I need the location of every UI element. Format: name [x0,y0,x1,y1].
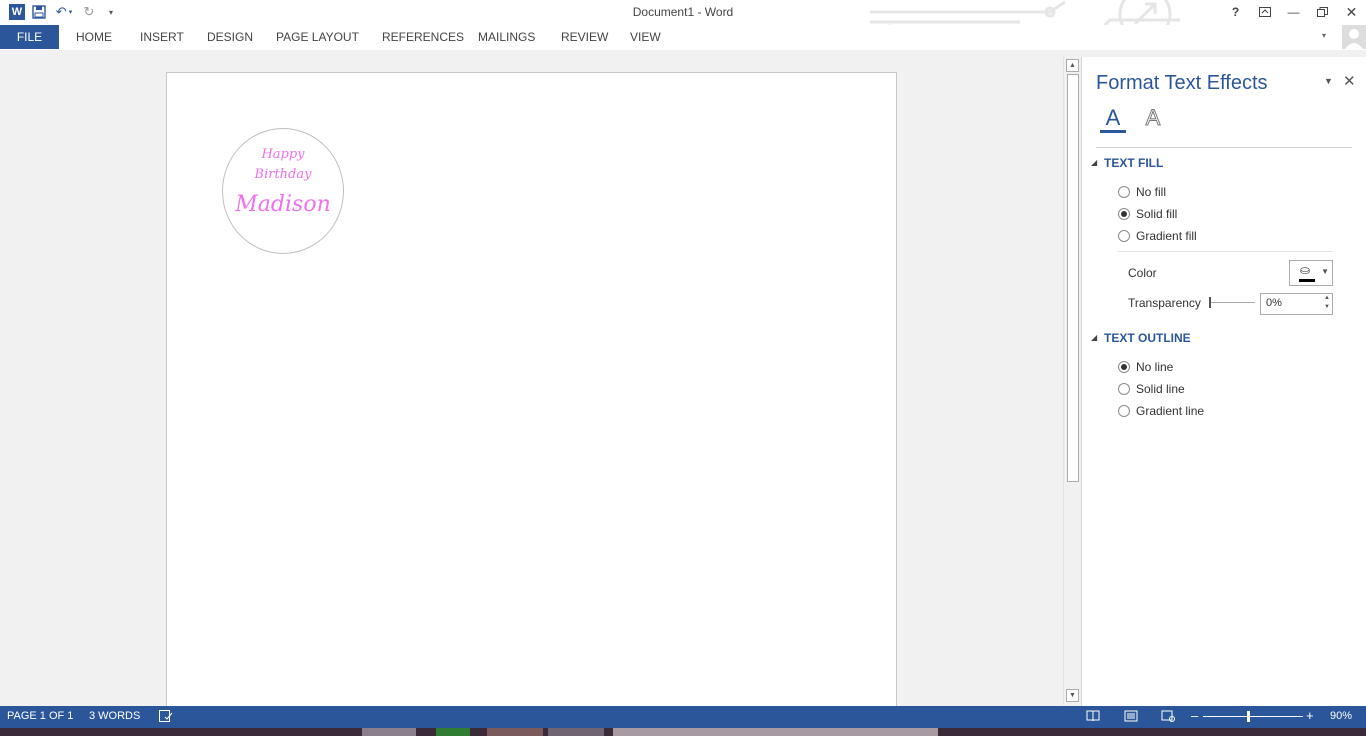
text-fill-heading[interactable]: TEXT FILL [1104,156,1163,170]
tab-page-layout[interactable]: PAGE LAYOUT [276,25,359,49]
window-controls: ? — ✕ [1221,0,1366,24]
vertical-scrollbar[interactable]: ▲ ▼ [1063,57,1081,705]
color-swatch [1299,279,1315,282]
proofing-icon[interactable] [159,710,173,725]
pane-title: Format Text Effects [1096,72,1268,94]
tab-mailings[interactable]: MAILINGS [478,25,535,49]
tab-review[interactable]: REVIEW [561,25,608,49]
zoom-level[interactable]: 90% [1330,710,1352,722]
document-page[interactable]: Happy Birthday Madison [166,72,897,712]
sticker-line-3[interactable]: Madison [223,192,343,217]
word-count[interactable]: 3 WORDS [89,710,140,722]
transparency-value[interactable]: 0% [1266,297,1282,309]
minimize-icon[interactable]: — [1279,0,1308,24]
account-caret-icon[interactable]: ▾ [1322,31,1326,40]
no-fill-radio[interactable] [1118,186,1130,198]
sticker-line-2[interactable]: Birthday [223,167,343,182]
zoom-out-icon[interactable]: – [1191,708,1198,723]
solid-line-option[interactable]: Solid line [1118,382,1185,396]
no-line-label: No line [1136,360,1174,374]
tab-file[interactable]: FILE [0,25,59,49]
zoom-slider[interactable] [1203,716,1303,717]
scroll-up-icon[interactable]: ▲ [1066,59,1079,72]
gradient-fill-option[interactable]: Gradient fill [1118,229,1197,243]
color-label: Color [1128,266,1157,280]
scroll-thumb[interactable] [1067,74,1079,482]
fill-divider [1118,251,1332,252]
taskbar [0,728,1366,736]
text-outline-icon[interactable]: A [1140,105,1166,133]
gradient-line-radio[interactable] [1118,405,1130,417]
slider-knob[interactable] [1209,297,1211,308]
title-bar: W ↶ ▾ ↻ ▾ Document1 - Word ? — ✕ [0,0,1366,50]
restore-icon[interactable] [1308,0,1337,24]
help-icon[interactable]: ? [1221,0,1250,24]
tab-home[interactable]: HOME [76,25,112,49]
text-fill-icon[interactable]: A [1100,105,1126,133]
user-icon[interactable] [1342,25,1366,49]
gradient-line-label: Gradient line [1136,404,1205,418]
status-bar: PAGE 1 OF 1 3 WORDS – + 90% [0,706,1366,728]
no-line-radio[interactable] [1118,361,1130,373]
read-mode-icon[interactable] [1086,710,1100,725]
taskbar-item[interactable] [613,728,938,736]
scroll-down-icon[interactable]: ▼ [1066,689,1079,702]
gradient-fill-label: Gradient fill [1136,229,1197,243]
solid-fill-radio[interactable] [1118,208,1130,220]
collapse-triangle-icon[interactable]: ◢ [1091,158,1097,167]
tab-references[interactable]: REFERENCES [382,25,464,49]
print-layout-icon[interactable] [1124,710,1138,725]
tab-insert[interactable]: INSERT [140,25,184,49]
ribbon-display-icon[interactable] [1250,0,1279,24]
taskbar-item[interactable] [487,728,543,736]
web-layout-icon[interactable] [1161,710,1175,725]
pane-close-icon[interactable]: ✕ [1343,72,1356,90]
zoom-in-icon[interactable]: + [1306,708,1314,723]
taskbar-item[interactable] [548,728,604,736]
document-area[interactable]: Happy Birthday Madison [0,50,1063,712]
format-text-effects-pane: Format Text Effects ▼ ✕ A A ◢ TEXT FILL … [1081,57,1366,706]
tab-view[interactable]: VIEW [630,25,661,49]
transparency-label: Transparency [1128,296,1201,310]
no-fill-option[interactable]: No fill [1118,185,1166,199]
pane-divider [1096,147,1352,148]
no-fill-label: No fill [1136,185,1167,199]
taskbar-item[interactable] [436,728,470,736]
solid-fill-option[interactable]: Solid fill [1118,207,1177,221]
transparency-input[interactable]: 0% ▲ ▼ [1260,293,1333,315]
solid-line-radio[interactable] [1118,383,1130,395]
spin-up-icon[interactable]: ▲ [1324,295,1330,301]
solid-line-label: Solid line [1136,382,1185,396]
taskbar-item[interactable] [362,728,416,736]
collapse-triangle-icon[interactable]: ◢ [1091,333,1097,342]
zoom-slider-knob[interactable] [1247,711,1250,722]
transparency-slider[interactable] [1209,297,1255,308]
gradient-fill-radio[interactable] [1118,230,1130,242]
page-count[interactable]: PAGE 1 OF 1 [7,710,73,722]
ribbon-tabs: FILE HOME INSERT DESIGN PAGE LAYOUT REFE… [0,25,1366,50]
pane-options-icon[interactable]: ▼ [1324,76,1333,86]
birthday-sticker[interactable]: Happy Birthday Madison [222,128,344,254]
solid-fill-label: Solid fill [1136,207,1178,221]
fill-color-picker[interactable]: ⛀ ▼ [1289,260,1333,286]
spin-down-icon[interactable]: ▼ [1324,304,1330,310]
no-line-option[interactable]: No line [1118,360,1173,374]
sticker-line-1[interactable]: Happy [223,147,343,162]
paint-bucket-icon: ⛀ [1300,263,1311,277]
close-icon[interactable]: ✕ [1337,0,1366,24]
text-outline-heading[interactable]: TEXT OUTLINE [1104,331,1191,345]
chevron-down-icon: ▼ [1321,267,1329,276]
tab-design[interactable]: DESIGN [207,25,253,49]
gradient-line-option[interactable]: Gradient line [1118,404,1204,418]
